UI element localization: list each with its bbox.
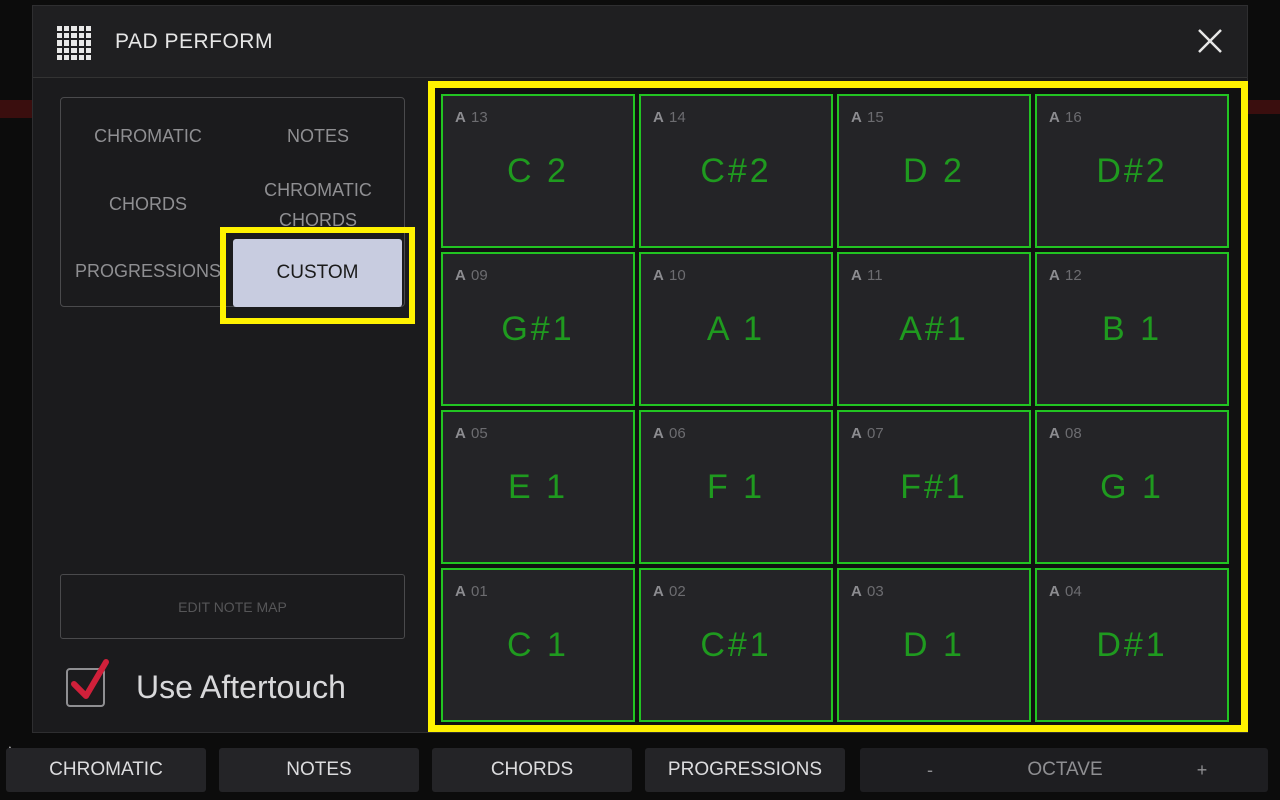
pad[interactable]: A 13 C 2 [441, 94, 635, 248]
pad-note: C#1 [700, 626, 772, 664]
pad-bank: A [455, 583, 466, 600]
pad-number: 02 [669, 583, 686, 600]
pad-note: G#1 [501, 310, 575, 348]
pad-number: 01 [471, 583, 488, 600]
pad-note: C 1 [507, 626, 569, 664]
aftertouch-label: Use Aftertouch [136, 669, 346, 705]
mode-chromatic-chords[interactable]: CHROMATIC CHORDS [233, 175, 403, 235]
pad-bank: A [455, 267, 466, 284]
pad[interactable]: A 03 D 1 [837, 568, 1031, 722]
pad[interactable]: A 16 D#2 [1035, 94, 1229, 248]
pad-bank: A [653, 267, 664, 284]
pad-perform-dialog: PAD PERFORM CHROMATIC NOTES CHORDS CHROM… [32, 5, 1248, 733]
bottom-chromatic-button[interactable]: CHROMATIC [6, 748, 206, 792]
mode-panel: CHROMATIC NOTES CHORDS CHROMATIC CHORDS … [33, 79, 427, 733]
pad-note: F#1 [900, 468, 968, 506]
mode-progressions[interactable]: PROGRESSIONS [63, 256, 233, 286]
pad[interactable]: A 10 A 1 [639, 252, 833, 406]
pad-note: A#1 [899, 310, 969, 348]
pad-note: D 1 [903, 626, 965, 664]
checkmark-icon [71, 659, 109, 699]
pad-note: B 1 [1101, 310, 1163, 348]
pad-bank: A [851, 267, 862, 284]
pad-grid-highlight-frame: A 13 C 2 A 14 C#2 A 15 D 2 A 16 D#2 A 09 G#1 A 10 A 1 A 11 A… [428, 81, 1248, 732]
pad-note: G 1 [1100, 468, 1164, 506]
octave-label: OCTAVE [1027, 759, 1103, 780]
pad-number: 07 [867, 425, 884, 442]
edit-note-map-button[interactable]: EDIT NOTE MAP [60, 574, 405, 639]
pad-bank: A [851, 425, 862, 442]
bottom-progressions-button[interactable]: PROGRESSIONS [645, 748, 845, 792]
pad[interactable]: A 11 A#1 [837, 252, 1031, 406]
background-glow [1248, 100, 1280, 114]
pad[interactable]: A 06 F 1 [639, 410, 833, 564]
pad-bank: A [653, 425, 664, 442]
pad-number: 13 [471, 109, 488, 126]
pad-number: 05 [471, 425, 488, 442]
dialog-title: PAD PERFORM [115, 30, 273, 53]
pad-number: 12 [1065, 267, 1082, 284]
pad[interactable]: A 15 D 2 [837, 94, 1031, 248]
pad[interactable]: A 07 F#1 [837, 410, 1031, 564]
pad-bank: A [1049, 109, 1060, 126]
mode-custom-button[interactable]: CUSTOM [233, 239, 402, 307]
pad[interactable]: A 14 C#2 [639, 94, 833, 248]
pad-bank: A [653, 109, 664, 126]
pad[interactable]: A 08 G 1 [1035, 410, 1229, 564]
pad-number: 09 [471, 267, 488, 284]
pad-note: D#1 [1096, 626, 1168, 664]
pad-bank: A [1049, 267, 1060, 284]
pad[interactable]: A 12 B 1 [1035, 252, 1229, 406]
bottom-chords-button[interactable]: CHORDS [432, 748, 632, 792]
pad[interactable]: A 05 E 1 [441, 410, 635, 564]
mode-chords[interactable]: CHORDS [63, 189, 233, 219]
octave-control: - OCTAVE + [860, 748, 1268, 792]
octave-down-button[interactable]: - [900, 748, 960, 792]
pad-bank: A [1049, 583, 1060, 600]
pad[interactable]: A 02 C#1 [639, 568, 833, 722]
bottom-toolbar: ▲ CHROMATIC NOTES CHORDS PROGRESSIONS - … [0, 738, 1280, 800]
octave-up-button[interactable]: + [1172, 748, 1232, 792]
pad-bank: A [851, 109, 862, 126]
pad-bank: A [851, 583, 862, 600]
pad[interactable]: A 01 C 1 [441, 568, 635, 722]
mode-chromatic-chords-line1: CHROMATIC [264, 180, 372, 200]
pad-number: 06 [669, 425, 686, 442]
pad[interactable]: A 09 G#1 [441, 252, 635, 406]
bottom-notes-button[interactable]: NOTES [219, 748, 419, 792]
pad-number: 11 [867, 267, 883, 284]
pad-note: D#2 [1096, 152, 1168, 190]
mode-notes[interactable]: NOTES [233, 121, 403, 151]
pad-number: 10 [669, 267, 686, 284]
pad-note: C 2 [507, 152, 569, 190]
pad-number: 08 [1065, 425, 1082, 442]
pad-grid: A 13 C 2 A 14 C#2 A 15 D 2 A 16 D#2 A 09 G#1 A 10 A 1 A 11 A… [441, 94, 1235, 731]
pad-note: D 2 [903, 152, 965, 190]
pad-number: 16 [1065, 109, 1082, 126]
pad-number: 15 [867, 109, 884, 126]
pad-number: 04 [1065, 583, 1082, 600]
pad-grid-icon [57, 26, 91, 60]
pad-bank: A [1049, 425, 1060, 442]
pad-note: E 1 [507, 468, 569, 506]
pad-bank: A [653, 583, 664, 600]
pad-bank: A [455, 109, 466, 126]
pad-note: A 1 [706, 310, 766, 348]
pad-note: F 1 [706, 468, 766, 506]
pad-number: 14 [669, 109, 686, 126]
pad-bank: A [455, 425, 466, 442]
mode-chromatic[interactable]: CHROMATIC [63, 121, 233, 151]
pad[interactable]: A 04 D#1 [1035, 568, 1229, 722]
aftertouch-checkbox[interactable] [66, 659, 109, 707]
background-glow [0, 100, 34, 118]
dialog-header: PAD PERFORM [33, 6, 1247, 78]
close-icon[interactable] [1195, 26, 1225, 56]
pad-note: C#2 [700, 152, 772, 190]
pad-number: 03 [867, 583, 884, 600]
